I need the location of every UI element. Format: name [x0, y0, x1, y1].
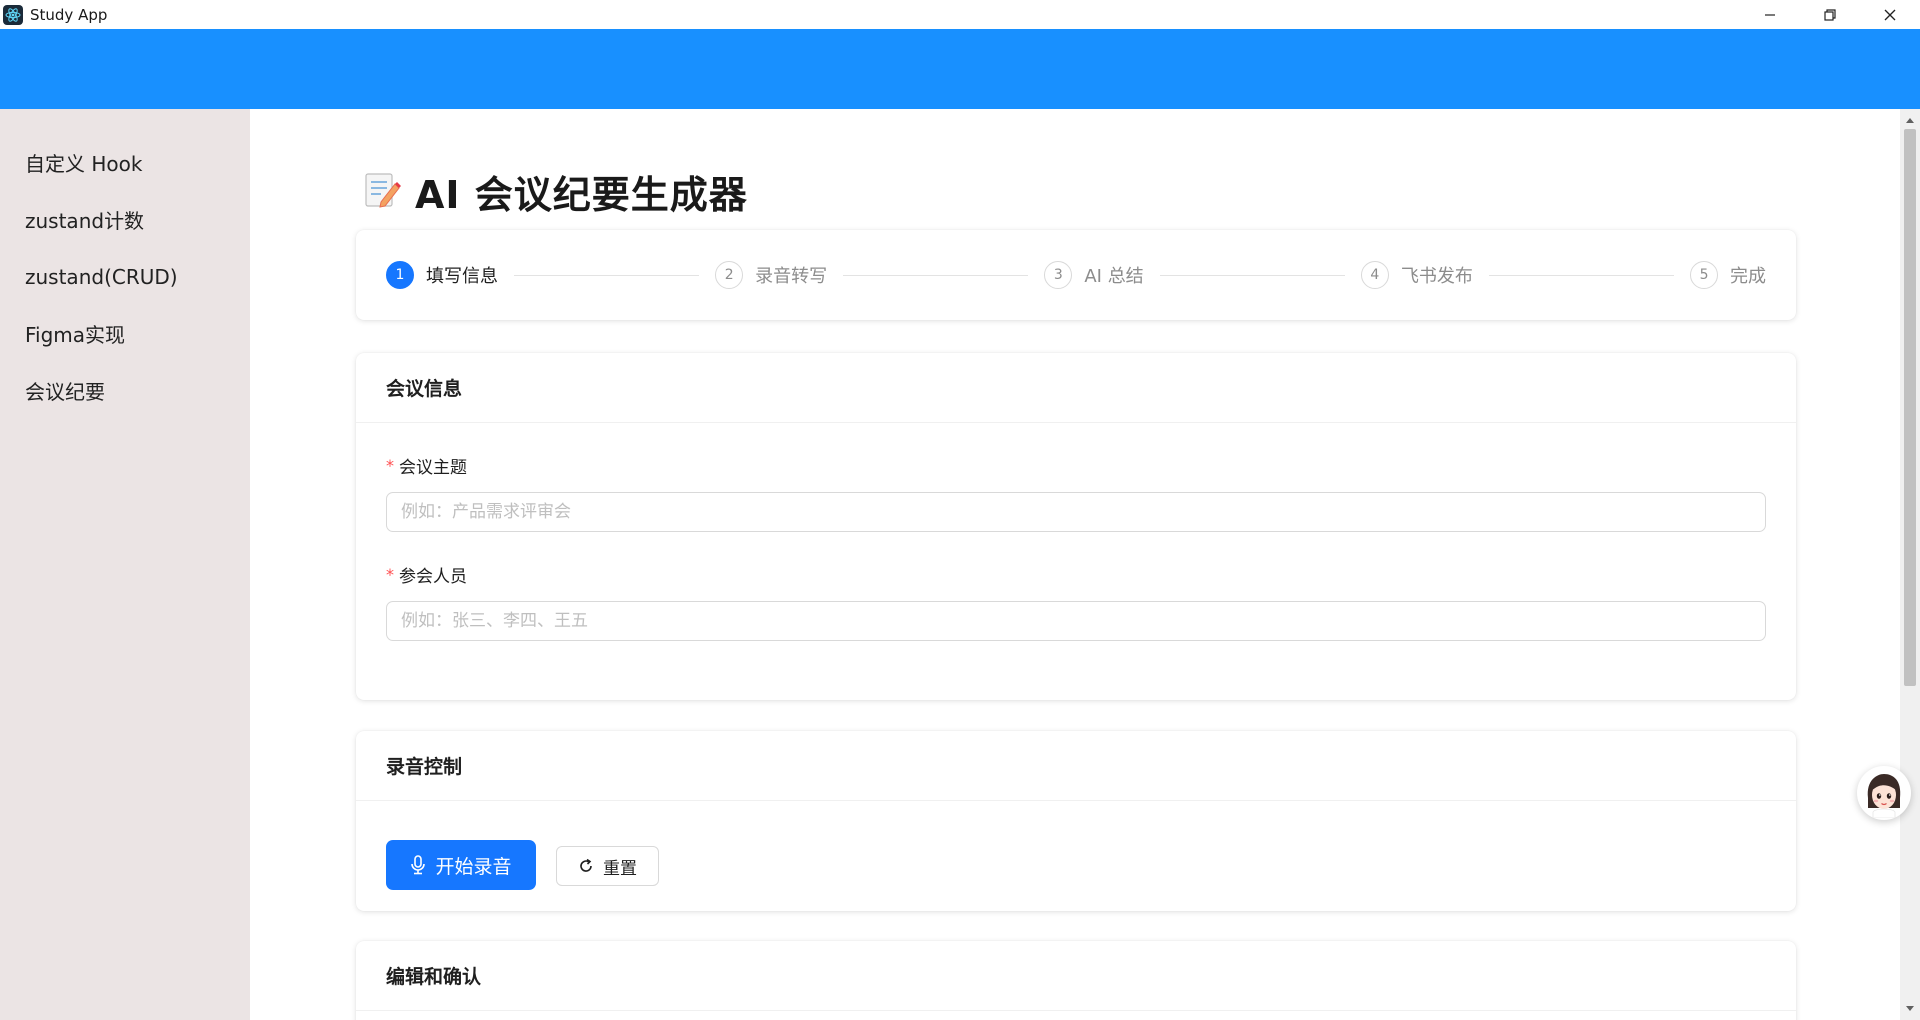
page-title-text: AI 会议纪要生成器 — [415, 173, 748, 217]
reload-icon — [578, 858, 594, 874]
window-title: Study App — [30, 5, 108, 24]
step-label: 飞书发布 — [1400, 266, 1473, 287]
minimize-icon — [1765, 13, 1775, 16]
step-connector — [1159, 274, 1345, 276]
sidebar-item-zustand-counter[interactable]: zustand计数 — [0, 191, 250, 248]
assistant-avatar-icon — [1867, 774, 1901, 818]
step-2[interactable]: 2 录音转写 — [715, 261, 827, 289]
step-label: 完成 — [1730, 266, 1767, 287]
start-recording-button[interactable]: 开始录音 — [386, 840, 536, 890]
step-connector — [843, 274, 1029, 276]
app-icon — [3, 4, 23, 25]
recording-card: 录音控制 开始录音 重置 — [356, 731, 1796, 911]
attendees-input[interactable] — [386, 601, 1766, 641]
sidebar-menu: 自定义 Hook zustand计数 zustand(CRUD) Figma实现… — [0, 109, 250, 419]
scroll-down-arrow[interactable] — [1900, 1000, 1920, 1018]
step-number: 5 — [1690, 261, 1719, 289]
start-recording-label: 开始录音 — [435, 855, 512, 878]
sidebar: 自定义 Hook zustand计数 zustand(CRUD) Figma实现… — [0, 109, 250, 1020]
vertical-scrollbar[interactable] — [1900, 109, 1920, 1020]
edit-confirm-card: 编辑和确认 — [356, 941, 1796, 1020]
step-connector — [1488, 274, 1675, 276]
sidebar-item-meeting-minutes[interactable]: 会议纪要 — [0, 362, 250, 419]
step-label: 录音转写 — [755, 266, 828, 287]
step-4[interactable]: 4 飞书发布 — [1360, 261, 1473, 289]
reset-label: 重置 — [603, 858, 637, 879]
step-label: AI 总结 — [1084, 266, 1144, 287]
step-1[interactable]: 1 填写信息 — [386, 261, 498, 289]
required-mark: * — [386, 565, 394, 584]
required-mark: * — [386, 456, 394, 475]
steps: 1 填写信息 2 录音转写 3 AI 总结 4 飞书发布 5 完成 — [386, 230, 1766, 320]
scroll-up-arrow[interactable] — [1900, 111, 1920, 129]
step-number: 3 — [1044, 261, 1073, 289]
minimize-button[interactable] — [1740, 0, 1800, 29]
topic-input[interactable] — [386, 492, 1766, 532]
scroll-thumb[interactable] — [1904, 129, 1916, 686]
step-connector — [514, 274, 700, 276]
attendees-label-text: 参会人员 — [399, 567, 467, 587]
restore-button[interactable] — [1800, 0, 1860, 29]
close-button[interactable] — [1860, 0, 1920, 29]
main-content: AI 会议纪要生成器 1 填写信息 2 录音转写 3 AI 总结 4 飞书发布 — [250, 109, 1900, 1020]
memo-icon — [363, 170, 401, 214]
restore-icon — [1824, 8, 1836, 21]
sidebar-item-custom-hook[interactable]: 自定义 Hook — [0, 134, 250, 191]
arrow-down-icon — [1906, 1006, 1914, 1011]
window-controls — [1740, 0, 1920, 29]
step-5[interactable]: 5 完成 — [1690, 261, 1766, 289]
assistant-avatar-button[interactable] — [1857, 766, 1911, 820]
reset-button[interactable]: 重置 — [556, 846, 659, 886]
steps-card: 1 填写信息 2 录音转写 3 AI 总结 4 飞书发布 5 完成 — [356, 230, 1796, 320]
arrow-up-icon — [1906, 118, 1914, 123]
sidebar-item-zustand-crud[interactable]: zustand(CRUD) — [0, 248, 250, 305]
app-header — [0, 29, 1920, 109]
sidebar-item-figma[interactable]: Figma实现 — [0, 305, 250, 362]
meeting-info-card: 会议信息 * 会议主题 * 参会人员 — [356, 353, 1796, 700]
step-number: 4 — [1360, 261, 1389, 289]
window-titlebar: Study App — [0, 0, 1920, 29]
step-label: 填写信息 — [426, 266, 498, 287]
microphone-icon — [410, 855, 426, 875]
page-title: AI 会议纪要生成器 — [363, 164, 748, 219]
step-3[interactable]: 3 AI 总结 — [1044, 261, 1144, 289]
recording-title: 录音控制 — [356, 731, 1796, 801]
meeting-info-title: 会议信息 — [356, 353, 1796, 423]
step-number: 1 — [386, 261, 414, 289]
topic-label-text: 会议主题 — [399, 458, 467, 478]
edit-confirm-title: 编辑和确认 — [356, 941, 1796, 1011]
topic-label: * 会议主题 — [386, 453, 467, 478]
attendees-label: * 参会人员 — [386, 562, 467, 587]
step-number: 2 — [715, 261, 744, 289]
close-icon — [1884, 9, 1896, 20]
